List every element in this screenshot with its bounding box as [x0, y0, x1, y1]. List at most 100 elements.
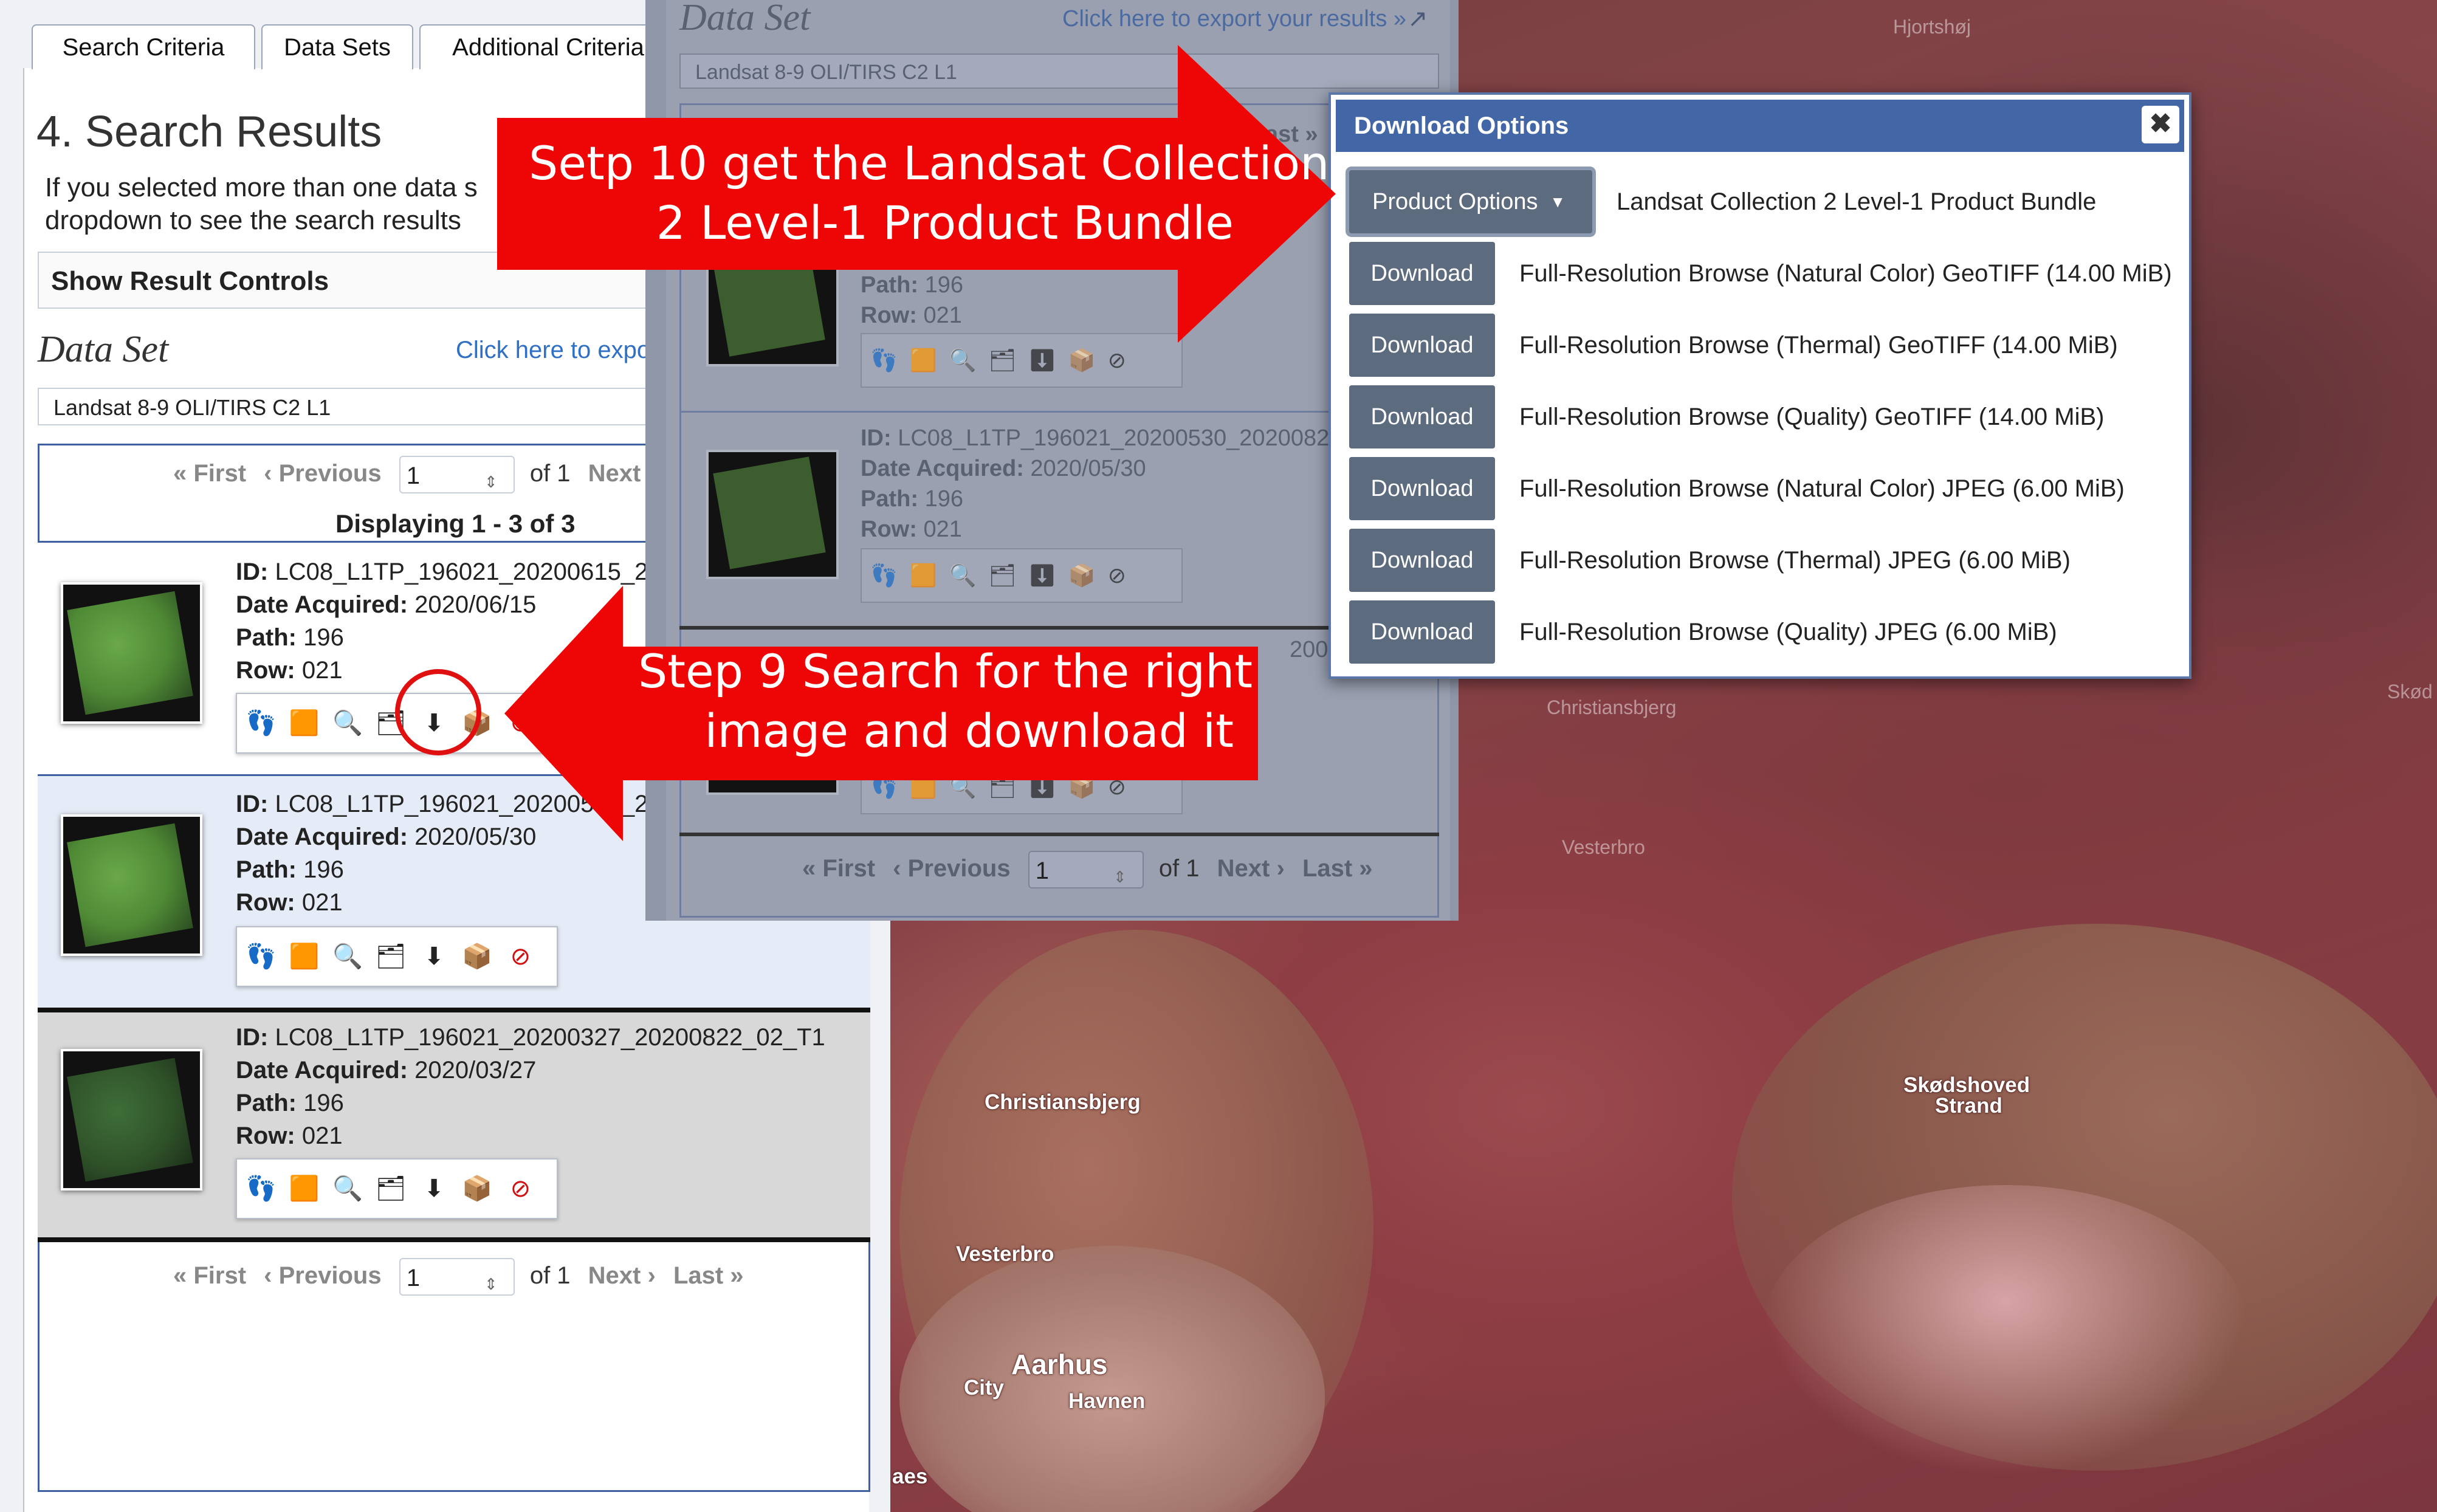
scene-thumbnail [706, 450, 839, 579]
order-icon[interactable]: 📦 [462, 1173, 493, 1204]
dataset-heading: Data Set [38, 329, 169, 370]
tab-search-criteria[interactable]: Search Criteria [32, 24, 255, 69]
scene-thumbnail[interactable] [61, 814, 202, 956]
callout-line: Setp 10 get the Landsat Collection [529, 136, 1330, 190]
callout-line: Step 9 Search for the right [638, 644, 1253, 698]
export-results-link[interactable]: Click here to export your results » [1062, 6, 1406, 32]
browse-icon[interactable]: 🔍 [332, 707, 363, 739]
product-options-button[interactable]: Product Options ▼ [1349, 170, 1592, 233]
pager-last[interactable]: Last » [673, 1262, 744, 1289]
displaying-count: Displaying 1 - 3 of 3 [335, 509, 576, 538]
download-description: Full-Resolution Browse (Quality) GeoTIFF… [1519, 404, 2105, 430]
map-label: Skødshoved [1903, 1073, 2030, 1097]
product-bundle-label: Landsat Collection 2 Level-1 Product Bun… [1617, 188, 2097, 215]
map-label: Aarhus [1011, 1349, 1108, 1380]
browse-icon[interactable]: 🔍 [332, 941, 363, 972]
metadata-icon[interactable]: 🟧 [289, 707, 320, 739]
result-path: 196 [924, 486, 963, 512]
pager-previous[interactable]: ‹ Previous [264, 460, 381, 487]
page-number-value: 1 [406, 1265, 420, 1291]
download-description: Full-Resolution Browse (Natural Color) G… [1519, 260, 2172, 287]
map-label: Hjortshøj [1893, 16, 1971, 38]
map-label: Havnen [1068, 1389, 1146, 1413]
map-label: Vesterbro [1562, 836, 1645, 858]
footprint-icon[interactable]: 👣 [246, 941, 277, 972]
scene-thumbnail[interactable] [61, 1049, 202, 1191]
compare-icon[interactable]: 🗂 [375, 1173, 407, 1204]
page-number-input[interactable]: 1 ⇕ [1028, 851, 1144, 888]
metadata-icon[interactable]: 🟧 [289, 1173, 320, 1204]
result-id: LC08_L1TP_196021_20200327_20200822_02_T1 [275, 1024, 825, 1051]
download-description: Full-Resolution Browse (Quality) JPEG (6… [1519, 619, 2057, 645]
scene-thumbnail[interactable] [61, 582, 202, 724]
compare-icon[interactable]: 🗂 [375, 941, 407, 972]
result-row-number: 021 [301, 889, 343, 916]
pager-bg: « First ‹ Previous 1 ⇕ of 1 Next › Last » [802, 851, 1384, 888]
result-path: 196 [303, 1090, 344, 1116]
spinner-icon[interactable]: ⇕ [484, 463, 498, 501]
download-row: Download Full-Resolution Browse (Thermal… [1349, 529, 2188, 592]
result-date: 2020/05/30 [1030, 456, 1146, 481]
download-description: Full-Resolution Browse (Natural Color) J… [1519, 475, 2125, 502]
pager-last[interactable]: Last » [1302, 855, 1373, 882]
download-button[interactable]: Download [1349, 385, 1495, 448]
external-link-icon: ↗ [1408, 5, 1428, 32]
pager-previous[interactable]: ‹ Previous [893, 855, 1010, 882]
download-row: Download Full-Resolution Browse (Quality… [1349, 600, 2188, 664]
exclude-icon[interactable]: ⊘ [505, 1173, 536, 1204]
result-metadata: ID: LC08_L1TP_196021_20200530_2020082 Da… [861, 425, 1330, 542]
download-button[interactable]: Download [1349, 242, 1495, 305]
result-actions: 👣 🟧 🔍 🗂 ⬇ 📦 ⊘ [236, 1158, 558, 1219]
pager-previous[interactable]: ‹ Previous [264, 1262, 381, 1289]
close-icon[interactable]: ✖ [2142, 106, 2179, 143]
download-description: Full-Resolution Browse (Thermal) GeoTIFF… [1519, 332, 2118, 359]
pager-next[interactable]: Next › [1217, 855, 1285, 882]
result-row-number: 021 [301, 1122, 343, 1149]
pager-of: of 1 [1158, 854, 1200, 882]
map-label: aes [892, 1465, 928, 1488]
result-actions: 👣 🟧 🔍 🗂 ⬇ 📦 ⊘ [236, 926, 558, 987]
pager-next[interactable]: Next › [588, 1262, 656, 1289]
tab-data-sets[interactable]: Data Sets [261, 24, 413, 69]
download-icon[interactable]: ⬇ [419, 941, 450, 972]
result-id: LC08_L1TP_196021_20200530_2020082 [898, 425, 1330, 451]
download-button[interactable]: Download [1349, 314, 1495, 377]
download-icon[interactable]: ⬇ [419, 1173, 450, 1204]
pager-first[interactable]: « First [173, 460, 246, 487]
result-id: LC08_L1TP_196021_20200615_2 [275, 558, 648, 585]
pager-first[interactable]: « First [173, 1262, 246, 1289]
map-label: City [964, 1376, 1005, 1400]
browse-icon[interactable]: 🔍 [332, 1173, 363, 1204]
product-options-label: Product Options [1372, 189, 1538, 215]
footprint-icon[interactable]: 👣 [246, 1173, 277, 1204]
download-row: Download Full-Resolution Browse (Quality… [1349, 385, 2188, 448]
download-button[interactable]: Download [1349, 529, 1495, 592]
exclude-icon[interactable]: ⊘ [505, 941, 536, 972]
result-row-number: 021 [923, 517, 962, 542]
footprint-icon[interactable]: 👣 [246, 707, 277, 739]
pager-top: « First ‹ Previous 1 ⇕ of 1 Next › [173, 456, 667, 493]
callout-line: image and download it [704, 704, 1234, 758]
page-title: 4. Search Results [36, 108, 382, 156]
page-number-value: 1 [1035, 857, 1049, 884]
order-icon[interactable]: 📦 [462, 941, 493, 972]
spinner-icon[interactable]: ⇕ [1113, 858, 1127, 896]
page-number-input[interactable]: 1 ⇕ [399, 456, 515, 493]
caret-down-icon: ▼ [1550, 193, 1566, 211]
pager-of: of 1 [529, 1262, 571, 1289]
dataset-heading: Data Set [679, 0, 811, 38]
pager-first[interactable]: « First [802, 855, 875, 882]
map-label: Christiansbjerg [985, 1090, 1141, 1114]
download-button[interactable]: Download [1349, 600, 1495, 664]
download-row: Download Full-Resolution Browse (Thermal… [1349, 314, 2188, 377]
download-options-dialog: Download Options ✖ Product Options ▼ Land… [1328, 92, 2191, 679]
row-divider [679, 411, 1439, 413]
map-coast-shallows [1762, 1185, 2249, 1477]
map-label: Strand [1935, 1094, 2002, 1118]
download-button[interactable]: Download [1349, 457, 1495, 520]
map-label: Christiansbjerg [1547, 696, 1677, 718]
metadata-icon[interactable]: 🟧 [289, 941, 320, 972]
spinner-icon[interactable]: ⇕ [484, 1265, 498, 1303]
pager-bottom: « First ‹ Previous 1 ⇕ of 1 Next › Last » [173, 1258, 755, 1296]
page-number-input[interactable]: 1 ⇕ [399, 1258, 515, 1296]
